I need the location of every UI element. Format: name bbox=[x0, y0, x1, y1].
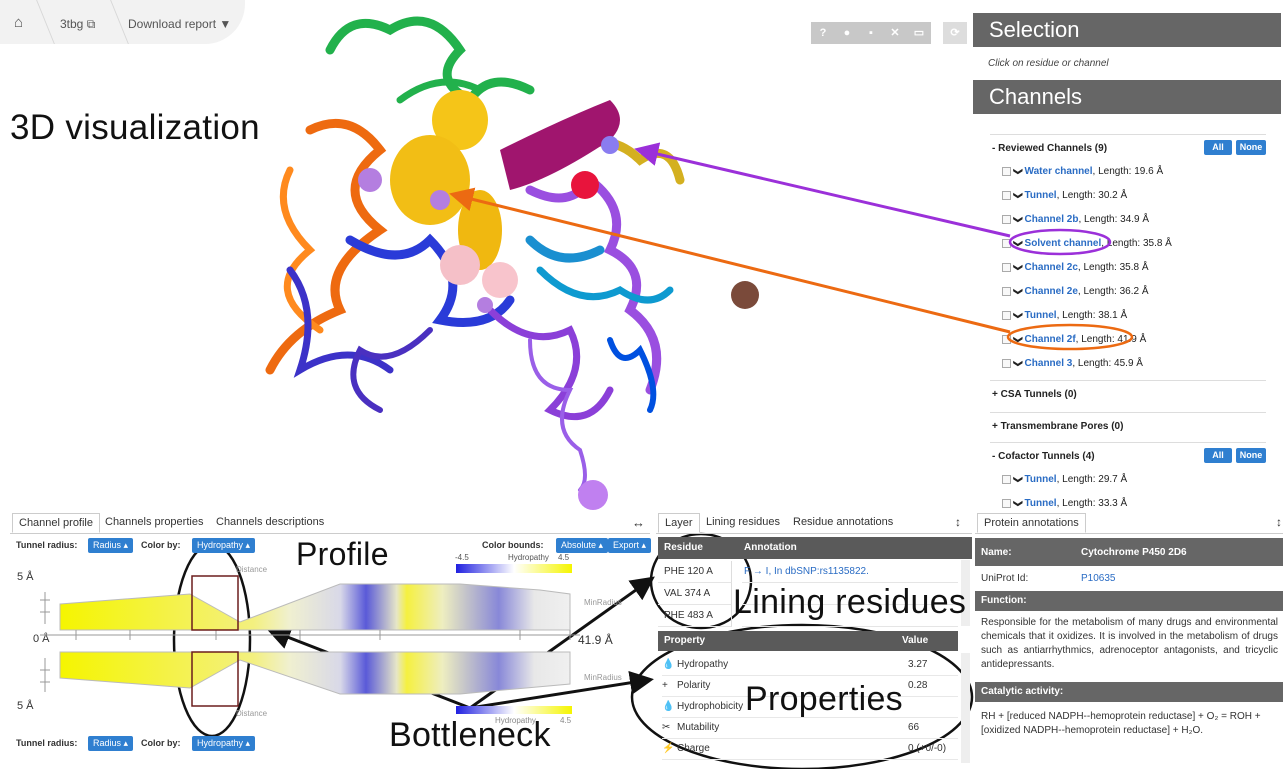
tunnel-radius-label: Tunnel radius: bbox=[16, 540, 78, 550]
residue-column-header: Residue bbox=[664, 542, 703, 553]
resize-vertical-icon[interactable]: ↕ bbox=[955, 515, 961, 529]
protein-name-row: Name: Cytochrome P450 2D6 bbox=[975, 538, 1283, 566]
function-label: Function: bbox=[981, 595, 1027, 606]
property-name: Mutability bbox=[677, 722, 720, 733]
scale-label: Hydropathy bbox=[508, 553, 549, 562]
radius-dropdown[interactable]: Radius ▴ bbox=[88, 736, 134, 751]
tab-divider bbox=[656, 533, 972, 534]
color-by-label: Color by: bbox=[141, 738, 181, 748]
function-text: Responsible for the metabolism of many d… bbox=[981, 617, 1278, 670]
catalytic-activity-text: RH + [reduced NADPH--hemoprotein reducta… bbox=[981, 711, 1261, 736]
property-value: 0.28 bbox=[908, 680, 928, 691]
name-label: Name: bbox=[981, 547, 1012, 558]
tab-lining-residues[interactable]: Lining residues bbox=[700, 513, 786, 533]
color-bounds-label: Color bounds: bbox=[482, 540, 544, 550]
property-row: ✂ Mutability 66 bbox=[662, 719, 958, 739]
annotation-cell[interactable]: F → I, In dbSNP:rs1135822. bbox=[742, 561, 958, 583]
property-row: 💧 Hydropathy 3.27 bbox=[662, 656, 958, 676]
tab-divider bbox=[10, 533, 650, 534]
property-value: 3.27 bbox=[908, 659, 928, 670]
property-value: 66 bbox=[908, 722, 920, 733]
y-axis-bottom: 5 Å bbox=[17, 700, 34, 712]
property-value: 0 (+0/-0) bbox=[908, 743, 947, 754]
property-row: ⚡ Charge 0 (+0/-0) bbox=[662, 740, 958, 760]
properties-label: Properties bbox=[745, 680, 903, 718]
property-icon: ⚡ bbox=[662, 743, 675, 754]
absolute-dropdown[interactable]: Absolute ▴ bbox=[556, 538, 609, 553]
tab-protein-annotations[interactable]: Protein annotations bbox=[977, 513, 1086, 533]
tab-divider bbox=[975, 533, 1283, 534]
function-header: Function: bbox=[975, 591, 1283, 611]
residue-cell[interactable]: VAL 374 A bbox=[658, 583, 732, 605]
property-column-header: Property bbox=[664, 635, 706, 646]
property-table-header: Property Value bbox=[658, 631, 958, 651]
property-name: Hydrophobicity bbox=[677, 701, 744, 712]
lining-residues-label: Lining residues bbox=[733, 583, 967, 621]
value-column-header: Value bbox=[902, 635, 929, 646]
scrollbar[interactable] bbox=[961, 653, 970, 763]
property-icon: ✂ bbox=[662, 722, 671, 733]
residue-cell[interactable]: PHE 120 A bbox=[658, 561, 732, 583]
channel-length: 41.9 Å bbox=[578, 633, 613, 647]
property-name: Hydropathy bbox=[677, 659, 729, 670]
uniprot-link[interactable]: P10635 bbox=[1081, 573, 1115, 584]
hydropathy-dropdown[interactable]: Hydropathy ▴ bbox=[192, 736, 256, 751]
tab-channels-descriptions[interactable]: Channels descriptions bbox=[210, 513, 330, 533]
property-icon: + bbox=[662, 680, 668, 691]
channel-profile-plot[interactable] bbox=[40, 572, 580, 712]
property-icon: 💧 bbox=[662, 701, 675, 712]
tab-channel-profile[interactable]: Channel profile bbox=[12, 513, 100, 533]
tab-channels-properties[interactable]: Channels properties bbox=[99, 513, 209, 533]
tunnel-radius-label: Tunnel radius: bbox=[16, 738, 78, 748]
uniprot-label: UniProt Id: bbox=[981, 573, 1029, 584]
bottleneck-label: Bottleneck bbox=[389, 716, 551, 754]
resize-vertical-icon[interactable]: ↕ bbox=[1276, 515, 1282, 529]
minradius-label: MinRadius bbox=[584, 598, 622, 607]
scale-max: 4.5 bbox=[558, 553, 570, 562]
export-dropdown[interactable]: Export ▴ bbox=[608, 538, 652, 553]
color-by-label: Color by: bbox=[141, 540, 181, 550]
residue-cell[interactable]: PHE 483 A bbox=[658, 605, 732, 627]
hydropathy-dropdown[interactable]: Hydropathy ▴ bbox=[192, 538, 256, 553]
catalytic-activity-label: Catalytic activity: bbox=[981, 686, 1064, 697]
property-icon: 💧 bbox=[662, 659, 675, 670]
annotation-column-header: Annotation bbox=[744, 542, 797, 553]
catalytic-activity-header: Catalytic activity: bbox=[975, 682, 1283, 702]
protein-name: Cytochrome P450 2D6 bbox=[1081, 547, 1187, 558]
minradius-label: MinRadius bbox=[584, 673, 622, 682]
scale-max: 4.5 bbox=[560, 716, 572, 725]
property-name: Polarity bbox=[677, 680, 711, 691]
radius-dropdown[interactable]: Radius ▴ bbox=[88, 538, 134, 553]
residue-table-header: Residue Annotation bbox=[658, 537, 972, 559]
property-name: Charge bbox=[677, 743, 710, 754]
tab-residue-annotations[interactable]: Residue annotations bbox=[787, 513, 899, 533]
resize-icon[interactable]: ↔ bbox=[632, 515, 645, 530]
scale-min: -4.5 bbox=[455, 553, 469, 562]
tab-layer[interactable]: Layer bbox=[658, 513, 700, 533]
y-axis-top: 5 Å bbox=[17, 571, 34, 583]
profile-label: Profile bbox=[296, 536, 389, 572]
